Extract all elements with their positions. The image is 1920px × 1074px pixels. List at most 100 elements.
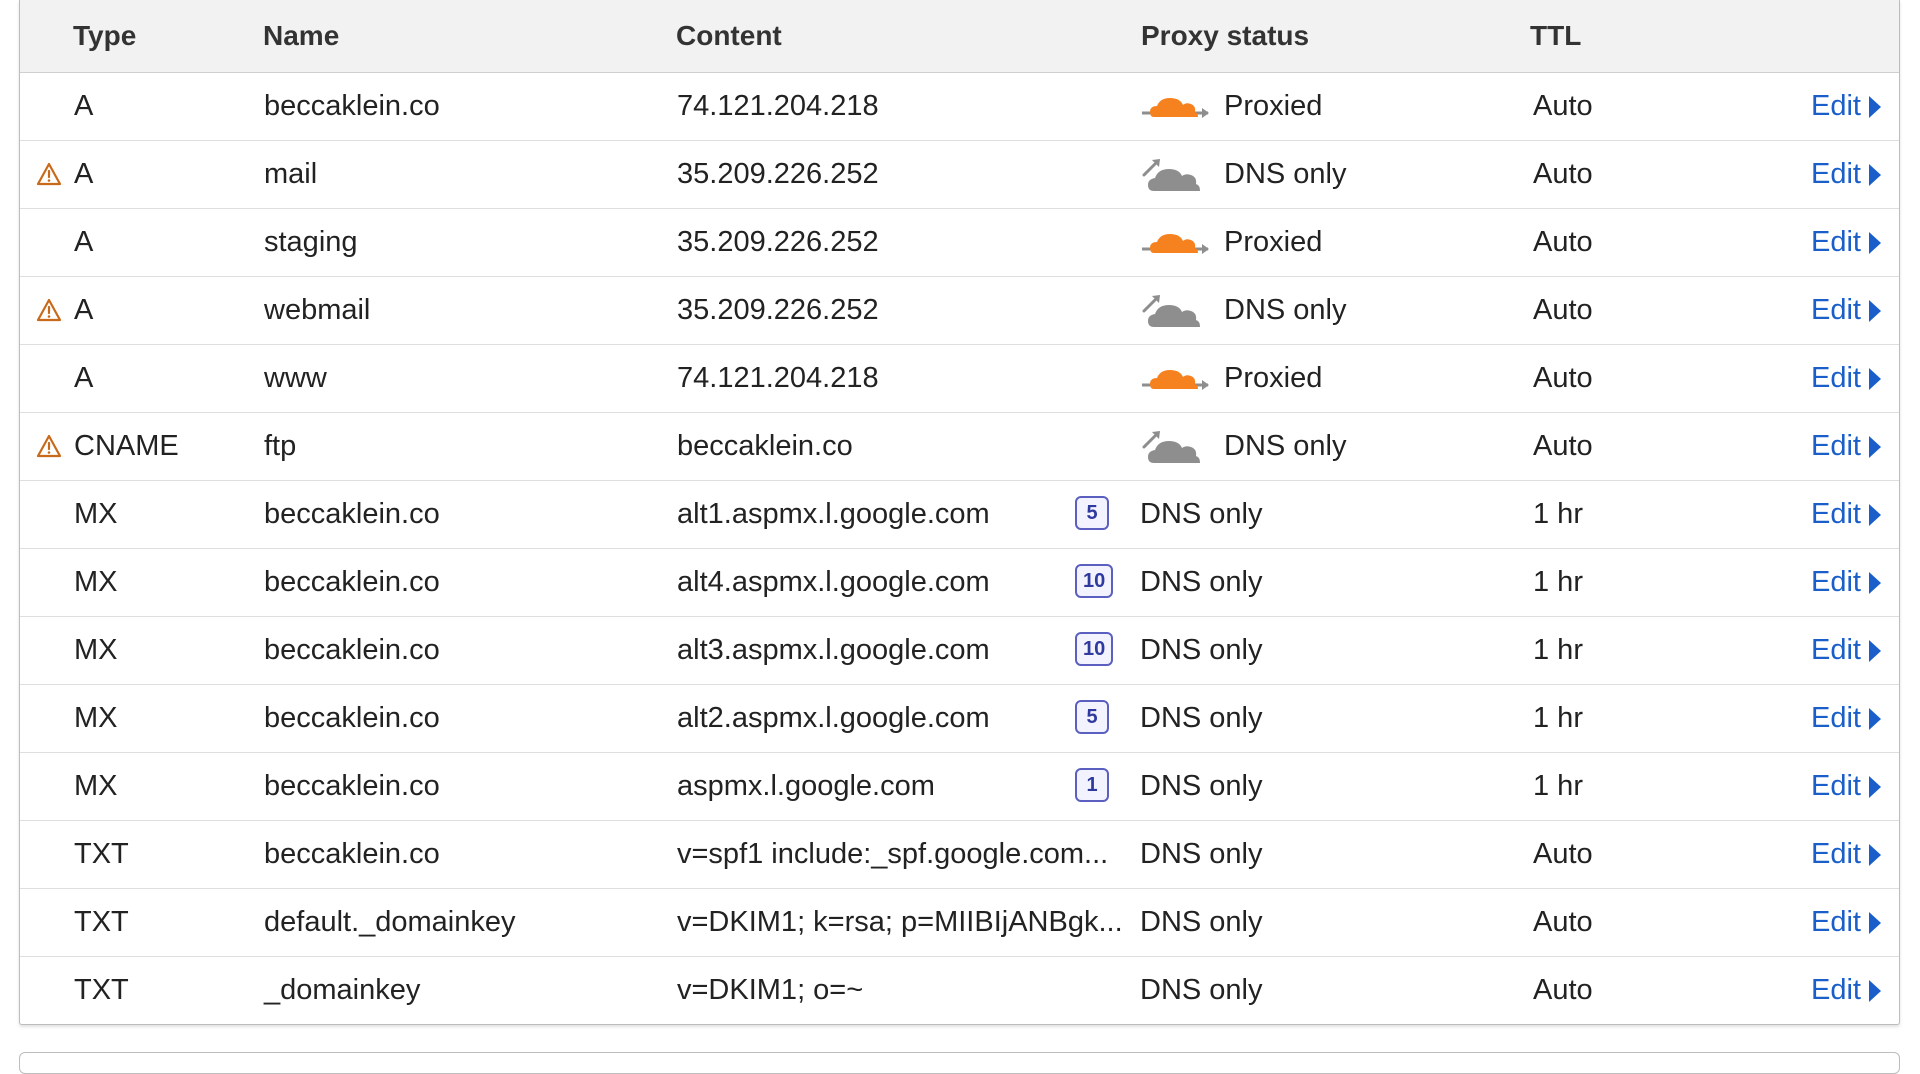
edit-button[interactable]: Edit: [1811, 753, 1881, 820]
record-type: TXT: [74, 838, 129, 870]
record-ttl: Auto: [1533, 226, 1593, 258]
record-ttl: 1 hr: [1533, 498, 1583, 530]
record-name: www: [264, 362, 327, 394]
record-name: staging: [264, 226, 358, 258]
edit-button[interactable]: Edit: [1811, 889, 1881, 956]
column-header-proxy-status[interactable]: Proxy status: [1141, 0, 1309, 72]
edit-label[interactable]: Edit: [1811, 821, 1861, 888]
record-name: ftp: [264, 430, 297, 462]
table-row[interactable]: MX beccaklein.co alt2.aspmx.l.google.com 5 D…: [20, 685, 1899, 753]
column-header-name[interactable]: Name: [263, 0, 339, 72]
proxy-status-label: DNS only: [1140, 702, 1263, 734]
warning-icon[interactable]: [36, 433, 62, 458]
column-header-content[interactable]: Content: [676, 0, 782, 72]
proxy-status-label: DNS only: [1140, 498, 1263, 530]
proxy-status-label: DNS only: [1140, 906, 1263, 938]
edit-button[interactable]: Edit: [1811, 821, 1881, 888]
table-row[interactable]: Awebmail 35.209.226.252 DNS only Auto Edit: [20, 277, 1899, 345]
record-type: MX: [74, 566, 118, 598]
caret-right-icon[interactable]: [1869, 231, 1881, 254]
table-row[interactable]: TXT default._domainkey v=DKIM1; k=rsa; p=M…: [20, 889, 1899, 957]
caret-right-icon[interactable]: [1869, 911, 1881, 934]
edit-button[interactable]: Edit: [1811, 413, 1881, 480]
record-content: alt3.aspmx.l.google.com: [677, 634, 990, 666]
table-row[interactable]: Amail 35.209.226.252 DNS only Auto Edit: [20, 141, 1899, 209]
record-ttl: Auto: [1533, 362, 1593, 394]
caret-right-icon[interactable]: [1869, 979, 1881, 1002]
record-name: beccaklein.co: [264, 770, 440, 802]
priority-badge: 5: [1075, 700, 1109, 734]
caret-right-icon[interactable]: [1869, 95, 1881, 118]
edit-label[interactable]: Edit: [1811, 753, 1861, 820]
caret-right-icon[interactable]: [1869, 163, 1881, 186]
edit-button[interactable]: Edit: [1811, 141, 1881, 208]
edit-label[interactable]: Edit: [1811, 549, 1861, 616]
table-header: Type Name Content Proxy status TTL: [20, 0, 1899, 73]
edit-label[interactable]: Edit: [1811, 277, 1861, 344]
edit-label[interactable]: Edit: [1811, 141, 1861, 208]
proxy-status: DNS only: [1140, 141, 1347, 208]
table-row[interactable]: Awww 74.121.204.218 Proxied Auto Edit: [20, 345, 1899, 413]
edit-label[interactable]: Edit: [1811, 345, 1861, 412]
edit-label[interactable]: Edit: [1811, 617, 1861, 684]
caret-right-icon[interactable]: [1869, 503, 1881, 526]
warning-icon[interactable]: [36, 297, 62, 322]
caret-right-icon[interactable]: [1869, 367, 1881, 390]
record-type: MX: [74, 498, 118, 530]
record-type: MX: [74, 634, 118, 666]
table-row[interactable]: CNAME ftp beccaklein.co DNS only Auto Edit: [20, 413, 1899, 481]
record-content: 35.209.226.252: [677, 226, 879, 258]
priority-badge: 1: [1075, 768, 1109, 802]
edit-button[interactable]: Edit: [1811, 685, 1881, 752]
proxy-status-label: DNS only: [1140, 974, 1263, 1006]
proxy-status: Proxied: [1140, 345, 1322, 412]
edit-button[interactable]: Edit: [1811, 345, 1881, 412]
record-content: aspmx.l.google.com: [677, 770, 935, 802]
edit-button[interactable]: Edit: [1811, 73, 1881, 140]
edit-button[interactable]: Edit: [1811, 957, 1881, 1024]
caret-right-icon[interactable]: [1869, 843, 1881, 866]
dns-only-cloud-icon: [1140, 427, 1212, 467]
table-row[interactable]: MX beccaklein.co alt1.aspmx.l.google.com 5 D…: [20, 481, 1899, 549]
caret-right-icon[interactable]: [1869, 639, 1881, 662]
edit-label[interactable]: Edit: [1811, 957, 1861, 1024]
warning-icon[interactable]: [36, 161, 62, 186]
table-row[interactable]: Astaging 35.209.226.252 Proxied Auto Edit: [20, 209, 1899, 277]
edit-label[interactable]: Edit: [1811, 481, 1861, 548]
column-header-ttl[interactable]: TTL: [1530, 0, 1581, 72]
record-content: 35.209.226.252: [677, 294, 879, 326]
priority-badge: 10: [1075, 632, 1114, 666]
caret-right-icon[interactable]: [1869, 299, 1881, 322]
edit-label[interactable]: Edit: [1811, 685, 1861, 752]
edit-label[interactable]: Edit: [1811, 73, 1861, 140]
caret-right-icon[interactable]: [1869, 571, 1881, 594]
edit-button[interactable]: Edit: [1811, 617, 1881, 684]
edit-label[interactable]: Edit: [1811, 889, 1861, 956]
edit-label[interactable]: Edit: [1811, 413, 1861, 480]
caret-right-icon[interactable]: [1869, 775, 1881, 798]
caret-right-icon[interactable]: [1869, 707, 1881, 730]
edit-button[interactable]: Edit: [1811, 209, 1881, 276]
table-row[interactable]: TXT _domainkey v=DKIM1; o=~ DNS only Auto Edi…: [20, 957, 1899, 1024]
record-ttl: Auto: [1533, 906, 1593, 938]
edit-button[interactable]: Edit: [1811, 481, 1881, 548]
record-type: A: [74, 90, 94, 122]
table-row[interactable]: Abeccaklein.co 74.121.204.218 Proxied Auto E…: [20, 73, 1899, 141]
table-body: Abeccaklein.co 74.121.204.218 Proxied Auto E…: [20, 73, 1899, 1024]
record-content: 74.121.204.218: [677, 90, 879, 122]
table-row[interactable]: MX beccaklein.co aspmx.l.google.com 1 DNS on…: [20, 753, 1899, 821]
proxied-cloud-icon: [1140, 223, 1212, 263]
proxy-status-label: DNS only: [1224, 158, 1347, 190]
table-row[interactable]: MX beccaklein.co alt4.aspmx.l.google.com 10…: [20, 549, 1899, 617]
edit-button[interactable]: Edit: [1811, 277, 1881, 344]
caret-right-icon[interactable]: [1869, 435, 1881, 458]
table-row[interactable]: MX beccaklein.co alt3.aspmx.l.google.com 10…: [20, 617, 1899, 685]
proxy-status: DNS only: [1140, 277, 1347, 344]
record-ttl: Auto: [1533, 974, 1593, 1006]
record-name: _domainkey: [264, 974, 421, 1006]
edit-label[interactable]: Edit: [1811, 209, 1861, 276]
proxy-status-label: DNS only: [1224, 430, 1347, 462]
table-row[interactable]: TXT beccaklein.co v=spf1 include:_spf.goog…: [20, 821, 1899, 889]
column-header-type[interactable]: Type: [73, 0, 136, 72]
edit-button[interactable]: Edit: [1811, 549, 1881, 616]
